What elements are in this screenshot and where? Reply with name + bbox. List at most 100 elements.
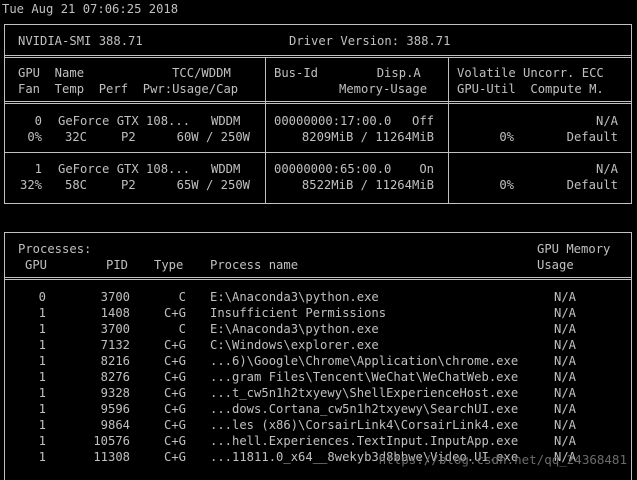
- process-row: 1 7132 C+G C:\Windows\explorer.exe N/A: [0, 337, 637, 353]
- process-gpu: 1: [38, 450, 46, 464]
- process-row: 1 8216 C+G ...6)\Google\Chrome\Application\…: [0, 353, 637, 369]
- gpu-display-active: Off: [411, 114, 434, 128]
- col-header-mid-1: Bus-Id Disp.A: [274, 66, 421, 80]
- col-header-left-1: GPU Name TCC/WDDM: [18, 66, 231, 80]
- process-memory: N/A: [554, 322, 577, 336]
- process-name: ...dows.Cortana_cw5n1h2txyewy\SearchUI.e…: [210, 402, 519, 416]
- process-memory: N/A: [554, 306, 577, 320]
- col-usage: Usage: [537, 258, 574, 272]
- col-header-mid-2: Memory-Usage: [339, 82, 428, 96]
- process-type: C+G: [163, 418, 186, 432]
- gpu-compute-mode: Default: [566, 130, 618, 144]
- process-gpu: 1: [38, 434, 46, 448]
- process-type: C+G: [163, 402, 186, 416]
- process-pid: 9596: [100, 402, 130, 416]
- col-header-right-1: Volatile Uncorr. ECC: [457, 66, 604, 80]
- processes-title: Processes:: [18, 242, 92, 256]
- process-gpu: 1: [38, 338, 46, 352]
- process-memory: N/A: [554, 354, 577, 368]
- gpu-separator: [5, 152, 631, 153]
- process-name: C:\Windows\explorer.exe: [210, 338, 379, 352]
- process-type: C: [178, 290, 186, 304]
- processes-separator: [5, 277, 631, 280]
- watermark: https://blog.csdn.net/qq_24368481: [378, 452, 627, 467]
- process-row: 1 3700 C E:\Anaconda3\python.exe N/A: [0, 321, 637, 337]
- process-gpu: 0: [38, 290, 46, 304]
- process-name: ...6)\Google\Chrome\Application\chrome.e…: [210, 354, 519, 368]
- gpu-driver-mode: WDDM: [211, 114, 241, 128]
- process-row: 1 1408 C+G Insufficient Permissions N/A: [0, 305, 637, 321]
- process-gpu: 1: [38, 402, 46, 416]
- process-row: 1 9864 C+G ...les (x86)\CorsairLink4\Corsai…: [0, 417, 637, 433]
- gpu-index: 0: [34, 114, 42, 128]
- process-type: C+G: [163, 386, 186, 400]
- col-pid: PID: [106, 258, 129, 272]
- process-name: ...t_cw5n1h2txyewy\ShellExperienceHost.e…: [210, 386, 519, 400]
- process-pid: 3700: [100, 290, 130, 304]
- gpu-ecc: N/A: [595, 114, 618, 128]
- process-memory: N/A: [554, 370, 577, 384]
- gpu-temp: 32C: [65, 130, 88, 144]
- gpu-display-active: On: [419, 162, 434, 176]
- col-process-name: Process name: [210, 258, 299, 272]
- process-memory: N/A: [554, 418, 577, 432]
- process-row: 1 8276 C+G ...gram Files\Tencent\WeChat\WeC…: [0, 369, 637, 385]
- process-name: ...gram Files\Tencent\WeChat\WeChatWeb.e…: [210, 370, 519, 384]
- process-pid: 3700: [100, 322, 130, 336]
- process-type: C+G: [163, 450, 186, 464]
- smi-version: NVIDIA-SMI 388.71: [18, 34, 143, 48]
- col-gpu: GPU: [25, 258, 48, 272]
- gpu-temp: 58C: [65, 178, 88, 192]
- process-pid: 9864: [100, 418, 130, 432]
- gpu-perf: P2: [121, 178, 136, 192]
- gpu-perf: P2: [121, 130, 136, 144]
- process-memory: N/A: [554, 290, 577, 304]
- process-name: E:\Anaconda3\python.exe: [210, 290, 379, 304]
- gpu-ecc: N/A: [595, 162, 618, 176]
- process-row: 1 9596 C+G ...dows.Cortana_cw5n1h2txyewy\Se…: [0, 401, 637, 417]
- process-gpu: 1: [38, 306, 46, 320]
- process-row: 0 3700 C E:\Anaconda3\python.exe N/A: [0, 289, 637, 305]
- col-header-left-2: Fan Temp Perf Pwr:Usage/Cap: [18, 82, 239, 96]
- process-pid: 11308: [93, 450, 130, 464]
- driver-version: Driver Version: 388.71: [289, 34, 451, 48]
- gpu-power: 65W / 250W: [176, 178, 250, 192]
- process-row: 1 9328 C+G ...t_cw5n1h2txyewy\ShellExperien…: [0, 385, 637, 401]
- process-pid: 8216: [100, 354, 130, 368]
- gpu-name: GeForce GTX 108...: [58, 114, 191, 128]
- process-row: 1 10576 C+G ...hell.Experiences.TextInput.I…: [0, 433, 637, 449]
- process-pid: 9328: [100, 386, 130, 400]
- process-name: E:\Anaconda3\python.exe: [210, 322, 379, 336]
- column-divider-2: [448, 58, 449, 203]
- process-memory: N/A: [554, 434, 577, 448]
- process-gpu: 1: [38, 354, 46, 368]
- header-separator: [5, 55, 631, 58]
- process-pid: 1408: [100, 306, 130, 320]
- gpu-memory-usage: 8522MiB / 11264MiB: [301, 178, 434, 192]
- gpu-fan: 32%: [19, 178, 42, 192]
- process-pid: 10576: [93, 434, 130, 448]
- gpu-driver-mode: WDDM: [211, 162, 241, 176]
- gpu-bus-id: 00000000:65:00.0: [274, 162, 392, 176]
- process-type: C+G: [163, 354, 186, 368]
- gpu-memory-usage: 8209MiB / 11264MiB: [301, 130, 434, 144]
- process-pid: 7132: [100, 338, 130, 352]
- process-memory: N/A: [554, 338, 577, 352]
- gpu-name: GeForce GTX 108...: [58, 162, 191, 176]
- process-gpu: 1: [38, 418, 46, 432]
- process-type: C+G: [163, 434, 186, 448]
- process-type: C+G: [163, 338, 186, 352]
- column-divider-1: [265, 58, 266, 203]
- gpu-compute-mode: Default: [566, 178, 618, 192]
- process-type: C+G: [163, 370, 186, 384]
- process-type: C+G: [163, 306, 186, 320]
- timestamp: Tue Aug 21 07:06:25 2018: [2, 2, 179, 16]
- process-type: C: [178, 322, 186, 336]
- process-gpu: 1: [38, 386, 46, 400]
- process-pid: 8276: [100, 370, 130, 384]
- process-memory: N/A: [554, 402, 577, 416]
- columns-separator: [5, 101, 631, 104]
- gpu-power: 60W / 250W: [176, 130, 250, 144]
- process-gpu: 1: [38, 322, 46, 336]
- gpu-fan: 0%: [27, 130, 42, 144]
